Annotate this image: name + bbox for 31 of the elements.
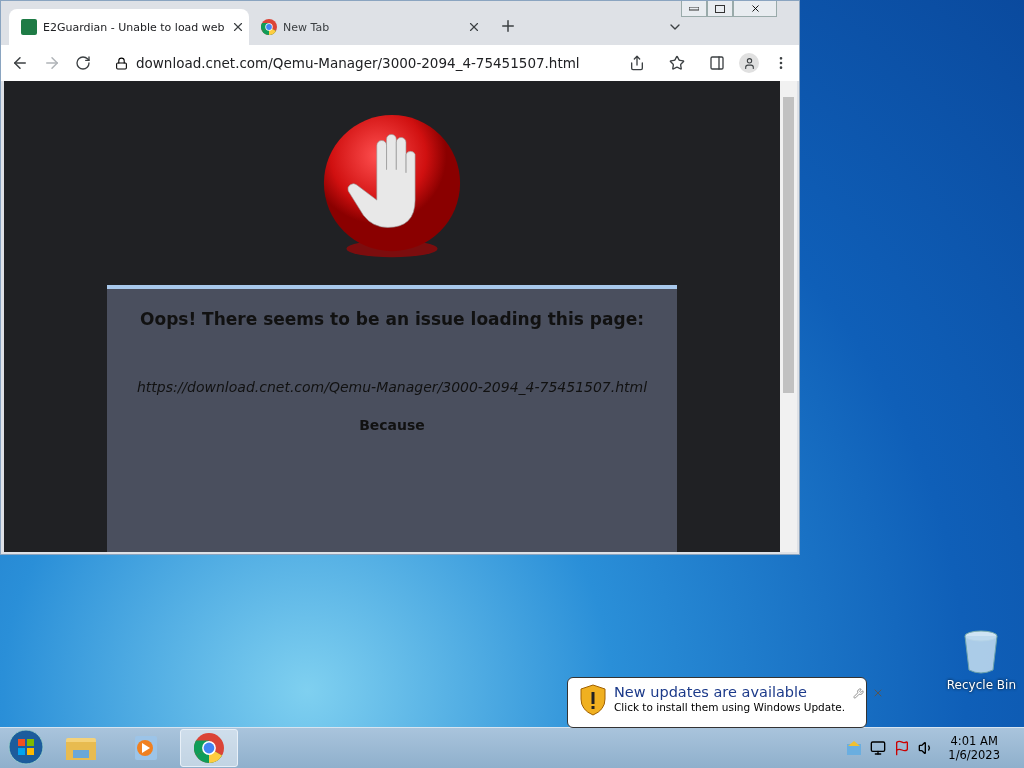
- flag-icon[interactable]: [894, 740, 911, 756]
- blocked-url: https://download.cnet.com/Qemu-Manager/3000-2094_4-75451507.html: [136, 378, 648, 395]
- notification-title: New updates are available: [614, 684, 808, 700]
- star-icon[interactable]: [669, 55, 685, 71]
- browser-tab[interactable]: New Tab: [249, 9, 489, 45]
- browser-tab[interactable]: E2Guardian - Unable to load web: [9, 9, 249, 45]
- side-panel-icon[interactable]: [709, 55, 725, 71]
- desktop-icon-label[interactable]: Recycle Bin: [946, 678, 1016, 692]
- network-icon[interactable]: [870, 740, 887, 756]
- minimize-icon: [689, 6, 699, 11]
- share-icon[interactable]: [629, 55, 645, 71]
- maximize-button[interactable]: [707, 1, 733, 17]
- chrome-icon: [261, 19, 277, 35]
- lock-icon: [115, 56, 128, 70]
- close-icon[interactable]: [467, 20, 481, 34]
- maximize-icon: [715, 4, 725, 13]
- error-heading: Oops! There seems to be an issue loading this page:: [140, 308, 644, 329]
- chrome-icon: [194, 733, 224, 763]
- warning-shield-icon: [580, 684, 606, 716]
- reason-label: Because: [359, 416, 425, 433]
- recycle-bin-icon[interactable]: [963, 630, 1000, 674]
- reload-icon[interactable]: [75, 55, 91, 71]
- close-icon: [749, 3, 761, 14]
- start-button[interactable]: [6, 729, 46, 767]
- new-tab-icon[interactable]: [499, 17, 517, 35]
- scrollbar[interactable]: [780, 81, 797, 552]
- notification-message: Click to install them using Windows Update.: [614, 701, 846, 713]
- taskbar-app-button[interactable]: [180, 729, 238, 767]
- clock[interactable]: 4:01 AM 1/6/2023: [948, 734, 1000, 762]
- profile-icon[interactable]: [739, 53, 759, 73]
- back-icon[interactable]: [11, 54, 29, 72]
